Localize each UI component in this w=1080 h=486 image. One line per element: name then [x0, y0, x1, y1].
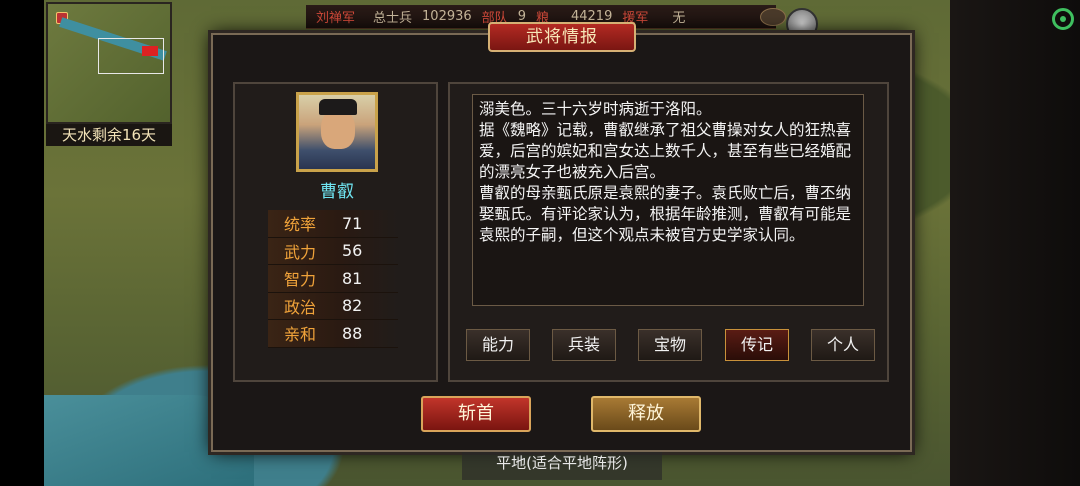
stat-row-intelligence: 智力 81	[268, 265, 398, 293]
portrait-hat	[319, 99, 357, 115]
faction-name: 刘禅军	[316, 11, 356, 26]
tab-personal[interactable]: 个人	[811, 329, 875, 361]
reinforce-value: 无	[672, 11, 686, 26]
general-name: 曹叡	[320, 182, 354, 202]
biography-paragraph: 曹叡的母亲甄氏原是袁熙的妻子。袁氏败亡后，曹丕纳娶甄氏。有评论家认为，根据年龄推…	[479, 184, 852, 244]
tab-ability[interactable]: 能力	[466, 329, 530, 361]
stat-value: 88	[342, 323, 363, 343]
wifi-icon	[1052, 8, 1074, 30]
stat-label: 亲和	[284, 325, 317, 345]
stat-value: 82	[342, 296, 363, 316]
terrain-label: 平地(适合平地阵形)	[462, 452, 662, 480]
general-stats: 统率 71 武力 56 智力 81 政治 82 亲和 88	[268, 210, 398, 348]
tab-equipment[interactable]: 兵装	[552, 329, 616, 361]
stat-value: 56	[342, 241, 363, 261]
stat-label: 武力	[284, 242, 317, 262]
stat-value: 71	[342, 213, 363, 233]
right-side-bar	[950, 0, 1080, 486]
stat-row-strength: 武力 56	[268, 237, 398, 265]
stat-label: 统率	[284, 215, 317, 235]
dialog-title: 武将情报	[488, 22, 636, 52]
stat-row-politics: 政治 82	[268, 292, 398, 320]
general-portrait	[296, 92, 378, 172]
tab-biography[interactable]: 传记	[725, 329, 789, 361]
minimap-view-zone	[98, 38, 164, 74]
stat-value: 81	[342, 268, 363, 288]
stat-row-charisma: 亲和 88	[268, 320, 398, 348]
release-button[interactable]: 释放	[591, 396, 701, 432]
top-ornament	[760, 8, 786, 26]
minimap-city-label: 天水剩余16天	[46, 124, 172, 146]
minimap[interactable]	[46, 2, 172, 124]
troops-label: 总士兵	[373, 11, 413, 26]
troops-value: 102936	[422, 9, 472, 24]
biography-paragraph: 据《魏略》记载，曹叡继承了祖父曹操对女人的狂热喜爱，后宫的嫔妃和宫女达上数千人，…	[479, 121, 852, 181]
biography-textbox[interactable]: 溺美色。三十六岁时病逝于洛阳。 据《魏略》记载，曹叡继承了祖父曹操对女人的狂热喜…	[472, 94, 864, 306]
info-tabs: 能力 兵装 宝物 传记 个人	[466, 329, 876, 361]
execute-button[interactable]: 斩首	[421, 396, 531, 432]
portrait-face	[321, 109, 355, 149]
biography-paragraph: 溺美色。三十六岁时病逝于洛阳。	[479, 100, 712, 118]
stat-label: 政治	[284, 297, 317, 317]
minimap-enemy-marker	[142, 46, 158, 56]
stat-row-command: 统率 71	[268, 210, 398, 238]
tab-treasure[interactable]: 宝物	[638, 329, 702, 361]
stat-label: 智力	[284, 270, 317, 290]
